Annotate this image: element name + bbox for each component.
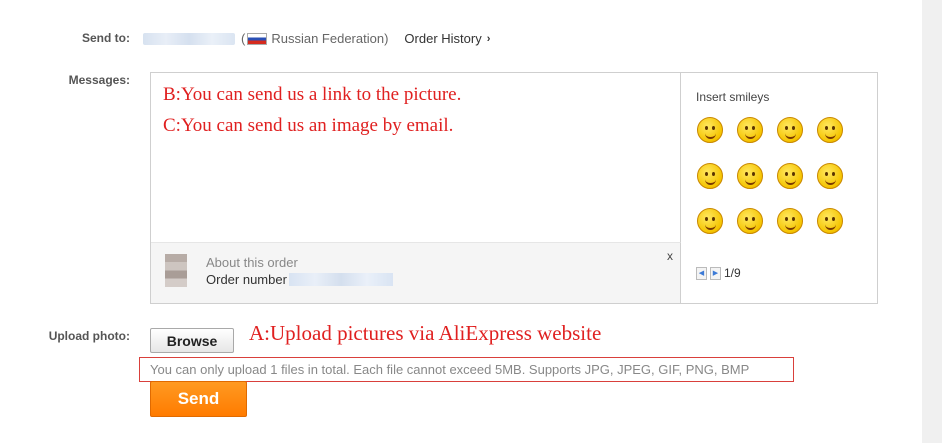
order-history-label: Order History: [404, 31, 482, 46]
upload-annotation: A:Upload pictures via AliExpress website: [249, 321, 602, 345]
kiss-icon[interactable]: [737, 117, 763, 143]
smirk-icon[interactable]: [777, 208, 803, 234]
message-textarea[interactable]: B:You can send us a link to the picture.…: [151, 73, 681, 243]
order-about-label: About this order: [206, 255, 298, 270]
order-history-link[interactable]: Order History ›: [404, 31, 490, 46]
tongue-icon[interactable]: [777, 117, 803, 143]
upload-photo-label: Upload photo:: [48, 329, 130, 343]
order-number-redacted: [288, 273, 393, 286]
smiley-panel: Insert smileys ◀ ▶ 1/9: [681, 73, 877, 303]
smiley-page-indicator: 1/9: [724, 266, 741, 280]
party-blow-icon[interactable]: [697, 163, 723, 189]
smiley-panel-title: Insert smileys: [696, 90, 770, 104]
thinking-icon[interactable]: [817, 208, 843, 234]
recipient-name-redacted: [143, 32, 235, 45]
russia-flag-icon: [247, 32, 268, 45]
message-line: C:You can send us an image by email.: [163, 115, 454, 136]
prev-page-icon[interactable]: ◀: [696, 266, 707, 280]
order-number-label: Order number: [206, 272, 287, 287]
hug-icon[interactable]: [737, 208, 763, 234]
country-name: Russian Federation: [271, 31, 385, 46]
order-thumbnail: [165, 254, 187, 287]
messages-label: Messages:: [68, 73, 130, 87]
send-button[interactable]: Send: [150, 381, 247, 417]
sad-hug-icon[interactable]: [697, 208, 723, 234]
close-icon[interactable]: x: [667, 249, 673, 263]
recipient-country: ( Russian Federation ): [241, 31, 388, 46]
message-line: B:You can send us a link to the picture.: [163, 84, 462, 105]
next-page-icon[interactable]: ▶: [710, 266, 721, 280]
browse-button[interactable]: Browse: [150, 328, 234, 353]
smiley-pager: ◀ ▶ 1/9: [696, 266, 741, 280]
country-open-paren: (: [241, 31, 246, 46]
page-gutter: [922, 0, 942, 443]
chevron-right-icon: ›: [486, 32, 491, 45]
order-attachment: About this order Order number x: [151, 243, 681, 303]
upload-hint: You can only upload 1 files in total. Ea…: [150, 362, 750, 377]
smile-icon[interactable]: [697, 117, 723, 143]
order-number: Order number: [206, 272, 393, 287]
send-to-label: Send to:: [82, 31, 130, 45]
upload-hint-highlight: You can only upload 1 files in total. Ea…: [139, 357, 794, 382]
laugh-tears-icon[interactable]: [777, 163, 803, 189]
shout-icon[interactable]: [737, 163, 763, 189]
country-close-paren: ): [384, 31, 389, 46]
cover-mouth-icon[interactable]: [817, 163, 843, 189]
message-composer: B:You can send us a link to the picture.…: [150, 72, 878, 304]
giggle-icon[interactable]: [817, 117, 843, 143]
send-to-row: ( Russian Federation ) Order History ›: [143, 31, 490, 46]
